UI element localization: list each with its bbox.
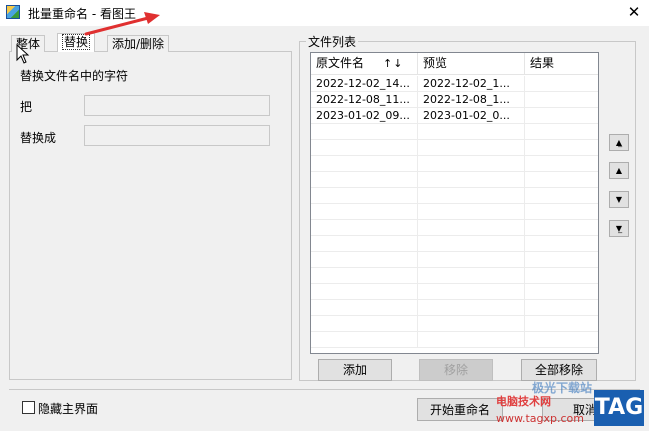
replace-input[interactable] [84,125,270,146]
tag-logo: TAG [594,390,644,426]
move-up-button[interactable]: ▲ [609,162,629,179]
empty-row [311,316,598,332]
replace-label: 替换成 [20,131,57,145]
cell-original: 2022-12-02_14... [311,76,418,92]
move-top-icon: ▲̲ [615,138,623,147]
empty-row [311,284,598,300]
tab-add-delete-label: 添加/删除 [112,37,165,51]
find-input[interactable] [84,95,270,116]
empty-row [311,332,598,348]
move-up-icon: ▲ [615,166,623,175]
empty-row [311,124,598,140]
move-top-button[interactable]: ▲̲ [609,134,629,151]
empty-row [311,188,598,204]
watermark-site-name-text: 电脑技术网 [496,395,551,408]
start-rename-button[interactable]: 开始重命名 [417,398,503,421]
cell-original: 2022-12-08_11... [311,92,418,108]
cell-preview: 2022-12-08_1... [418,92,525,108]
column-original-name-label: 原文件名 [316,56,365,70]
empty-row [311,204,598,220]
remove-all-button[interactable]: 全部移除 [521,359,597,381]
move-bottom-icon: ▼̲ [615,224,623,233]
table-row[interactable]: 2022-12-02_14... 2022-12-02_1... [311,76,598,92]
app-icon [6,5,20,19]
cell-result [525,108,598,124]
file-list-title: 文件列表 [306,33,359,50]
cell-result [525,76,598,92]
empty-row [311,268,598,284]
replace-section-title: 替换文件名中的字符 [20,69,129,83]
hide-main-label: 隐藏主界面 [38,402,99,416]
empty-row [311,140,598,156]
sort-arrows-icon: ↑↓ [383,57,404,70]
move-down-icon: ▼ [615,195,623,204]
red-annotation-arrow-icon [84,12,160,36]
empty-row [311,236,598,252]
empty-row [311,300,598,316]
cell-preview: 2022-12-02_1... [418,76,525,92]
column-preview-label: 预览 [423,56,448,70]
hide-main-checkbox[interactable] [22,401,35,414]
remove-button[interactable]: 移除 [419,359,493,381]
cell-preview: 2023-01-02_0... [418,108,525,124]
move-bottom-button[interactable]: ▼̲ [609,220,629,237]
file-list-view[interactable]: 原文件名 ↑↓ 预览 结果 2022-12-02_14... 2022-12-0… [310,52,599,354]
mouse-cursor-icon [16,44,30,64]
table-row[interactable]: 2023-01-02_09... 2023-01-02_0... [311,108,598,124]
empty-row [311,172,598,188]
add-button[interactable]: 添加 [318,359,392,381]
column-preview[interactable]: 预览 [418,53,525,75]
empty-row [311,220,598,236]
list-header: 原文件名 ↑↓ 预览 结果 [311,53,598,75]
column-result[interactable]: 结果 [525,53,598,75]
empty-row [311,252,598,268]
close-window-button[interactable]: ✕ [623,2,645,22]
cell-original: 2023-01-02_09... [311,108,418,124]
cell-result [525,92,598,108]
find-label: 把 [20,100,33,114]
empty-row [311,156,598,172]
move-down-button[interactable]: ▼ [609,191,629,208]
column-original-name[interactable]: 原文件名 ↑↓ [311,53,418,75]
column-result-label: 结果 [530,56,555,70]
watermark-url: www.tagxp.com [496,412,584,425]
table-row[interactable]: 2022-12-08_11... 2022-12-08_1... [311,92,598,108]
